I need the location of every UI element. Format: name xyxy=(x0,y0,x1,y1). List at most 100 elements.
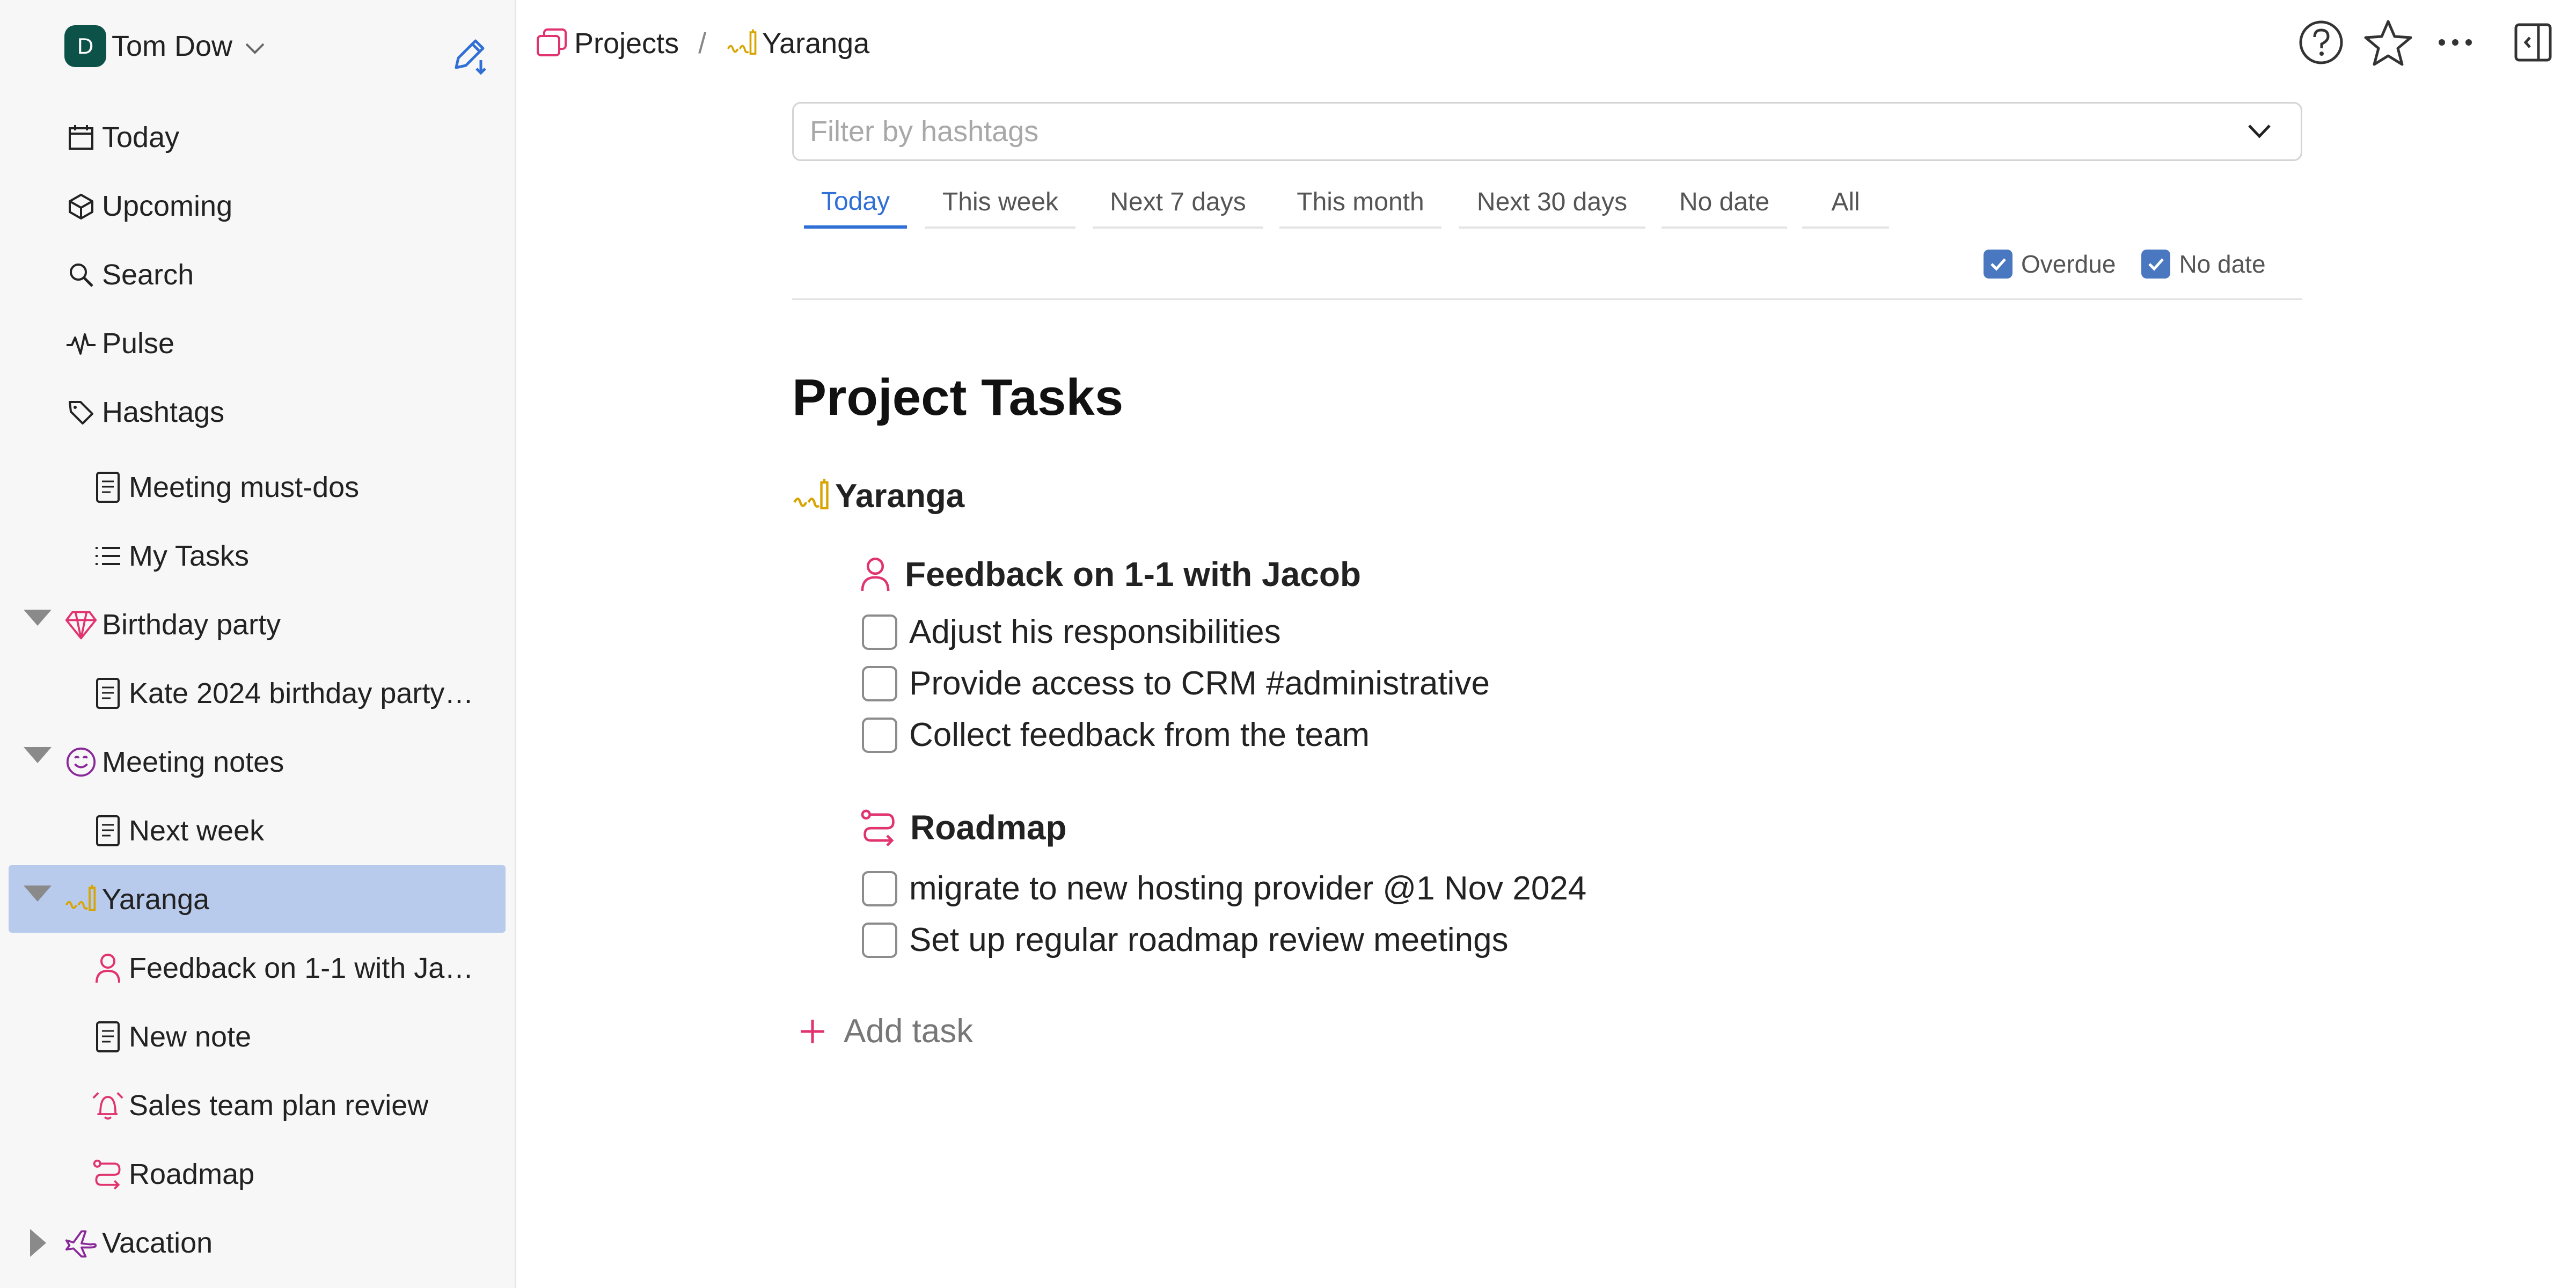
toggle-panel-button[interactable] xyxy=(2512,18,2555,67)
more-options-button[interactable] xyxy=(2431,18,2479,67)
group-title: Roadmap xyxy=(910,808,1067,847)
note-icon xyxy=(91,677,125,710)
overdue-checkbox[interactable] xyxy=(1984,250,2012,279)
more-icon xyxy=(2439,39,2472,46)
sidebar-item-feedback[interactable]: Feedback on 1-1 with Ja… xyxy=(91,942,473,994)
task-text[interactable]: Set up regular roadmap review meetings xyxy=(909,921,1509,959)
task-text[interactable]: Collect feedback from the team xyxy=(909,716,1370,754)
sidebar-item-search[interactable]: Search xyxy=(64,249,194,301)
yaranga-icon xyxy=(726,27,759,60)
diamond-icon xyxy=(64,608,98,641)
sidebar-item-today[interactable]: Today xyxy=(64,112,179,163)
task-item: Provide access to CRM #administrative xyxy=(862,664,1490,702)
sidebar-item-my-tasks[interactable]: My Tasks xyxy=(91,530,249,582)
project-heading[interactable]: Yaranga xyxy=(792,477,964,515)
hashtag-filter-placeholder: Filter by hashtags xyxy=(810,115,1039,148)
no-date-checkbox[interactable] xyxy=(2141,250,2171,279)
star-icon xyxy=(2364,20,2412,66)
user-name: Tom Dow xyxy=(112,30,233,62)
help-button[interactable] xyxy=(2297,18,2345,67)
tab-all[interactable]: All xyxy=(1802,177,1889,229)
group-heading-feedback[interactable]: Feedback on 1-1 with Jacob xyxy=(859,554,1361,595)
hashtag-filter-input[interactable]: Filter by hashtags xyxy=(792,102,2302,161)
add-task-label: Add task xyxy=(844,1013,974,1050)
task-text[interactable]: migrate to new hosting provider @1 Nov 2… xyxy=(909,869,1586,908)
group-heading-roadmap[interactable]: Roadmap xyxy=(859,807,1067,848)
breadcrumb-projects[interactable]: Projects xyxy=(574,27,679,60)
route-icon xyxy=(859,807,899,848)
tab-this-week[interactable]: This week xyxy=(925,177,1075,229)
task-checkbox[interactable] xyxy=(862,870,897,906)
pulse-icon xyxy=(64,327,98,360)
expand-vacation-toggle[interactable] xyxy=(30,1229,46,1257)
plane-icon xyxy=(64,1226,98,1260)
route-icon xyxy=(91,1158,125,1191)
new-note-button[interactable] xyxy=(449,34,492,77)
tab-no-date[interactable]: No date xyxy=(1662,177,1787,229)
task-item: Adjust his responsibilities xyxy=(862,613,1281,651)
compose-icon xyxy=(455,39,486,75)
task-checkbox[interactable] xyxy=(862,922,897,958)
user-menu[interactable]: D Tom Dow xyxy=(64,25,266,68)
divider xyxy=(792,298,2302,300)
task-text[interactable]: Adjust his responsibilities xyxy=(909,613,1281,651)
expand-meeting-notes-toggle[interactable] xyxy=(24,747,52,763)
tab-today[interactable]: Today xyxy=(804,177,907,229)
sidebar-item-sales-review[interactable]: Sales team plan review xyxy=(91,1080,428,1131)
person-icon xyxy=(91,952,125,985)
sidebar-item-birthday-party[interactable]: Birthday party xyxy=(64,599,281,650)
sidebar-item-new-note[interactable]: New note xyxy=(91,1011,251,1063)
tab-this-month[interactable]: This month xyxy=(1279,177,1441,229)
chevron-down-icon[interactable] xyxy=(2246,122,2273,141)
task-checkbox[interactable] xyxy=(862,665,897,701)
chevron-down-icon xyxy=(244,42,266,56)
side-panel-icon xyxy=(2514,23,2552,62)
sidebar-item-vacation[interactable]: Vacation xyxy=(64,1217,213,1269)
folder-stack-icon xyxy=(535,27,570,60)
sidebar-item-upcoming[interactable]: Upcoming xyxy=(64,180,232,232)
avatar: D xyxy=(64,25,106,67)
no-date-label: No date xyxy=(2179,250,2266,278)
project-name: Yaranga xyxy=(835,477,965,515)
top-actions xyxy=(2297,18,2576,67)
task-text[interactable]: Provide access to CRM #administrative xyxy=(909,664,1490,702)
favorite-button[interactable] xyxy=(2362,18,2414,67)
sidebar-item-kate-birthday[interactable]: Kate 2024 birthday party… xyxy=(91,668,473,719)
task-item: Set up regular roadmap review meetings xyxy=(862,921,1509,959)
task-item: Collect feedback from the team xyxy=(862,716,1370,754)
expand-yaranga-toggle[interactable] xyxy=(24,885,52,902)
sidebar-item-roadmap[interactable]: Roadmap xyxy=(91,1148,254,1200)
smile-icon xyxy=(64,745,98,779)
tab-next-30-days[interactable]: Next 30 days xyxy=(1459,177,1645,229)
sidebar-item-meeting-notes[interactable]: Meeting notes xyxy=(64,736,284,788)
list-icon xyxy=(91,539,125,573)
cube-icon xyxy=(64,189,98,223)
sidebar-item-yaranga[interactable]: Yaranga xyxy=(64,874,209,925)
task-checkbox[interactable] xyxy=(862,614,897,650)
yaranga-icon xyxy=(792,477,831,515)
note-icon xyxy=(91,814,125,847)
note-icon xyxy=(91,1020,125,1053)
sidebar-item-meeting-must-dos[interactable]: Meeting must-dos xyxy=(91,462,359,513)
sidebar: D Tom Dow Today Upcoming Search Pulse Ha… xyxy=(0,0,516,1288)
breadcrumb-separator: / xyxy=(698,27,707,60)
expand-birthday-party-toggle[interactable] xyxy=(24,610,52,626)
sidebar-item-pulse[interactable]: Pulse xyxy=(64,318,174,369)
note-icon xyxy=(91,471,125,504)
tab-next-7-days[interactable]: Next 7 days xyxy=(1093,177,1263,229)
sidebar-item-hashtags[interactable]: Hashtags xyxy=(64,386,224,438)
breadcrumb: Projects / Yaranga xyxy=(535,19,869,68)
breadcrumb-current[interactable]: Yaranga xyxy=(762,27,869,60)
plus-icon xyxy=(797,1016,828,1046)
help-icon xyxy=(2299,20,2343,64)
add-task-button[interactable]: Add task xyxy=(797,1012,973,1050)
overdue-label: Overdue xyxy=(2021,250,2116,278)
alarm-icon xyxy=(91,1089,125,1122)
yaranga-icon xyxy=(64,883,98,916)
sidebar-item-next-week[interactable]: Next week xyxy=(91,805,264,857)
tag-icon xyxy=(64,396,98,429)
calendar-icon xyxy=(64,121,98,154)
person-icon xyxy=(859,554,892,595)
group-title: Feedback on 1-1 with Jacob xyxy=(905,555,1361,594)
task-checkbox[interactable] xyxy=(862,717,897,753)
